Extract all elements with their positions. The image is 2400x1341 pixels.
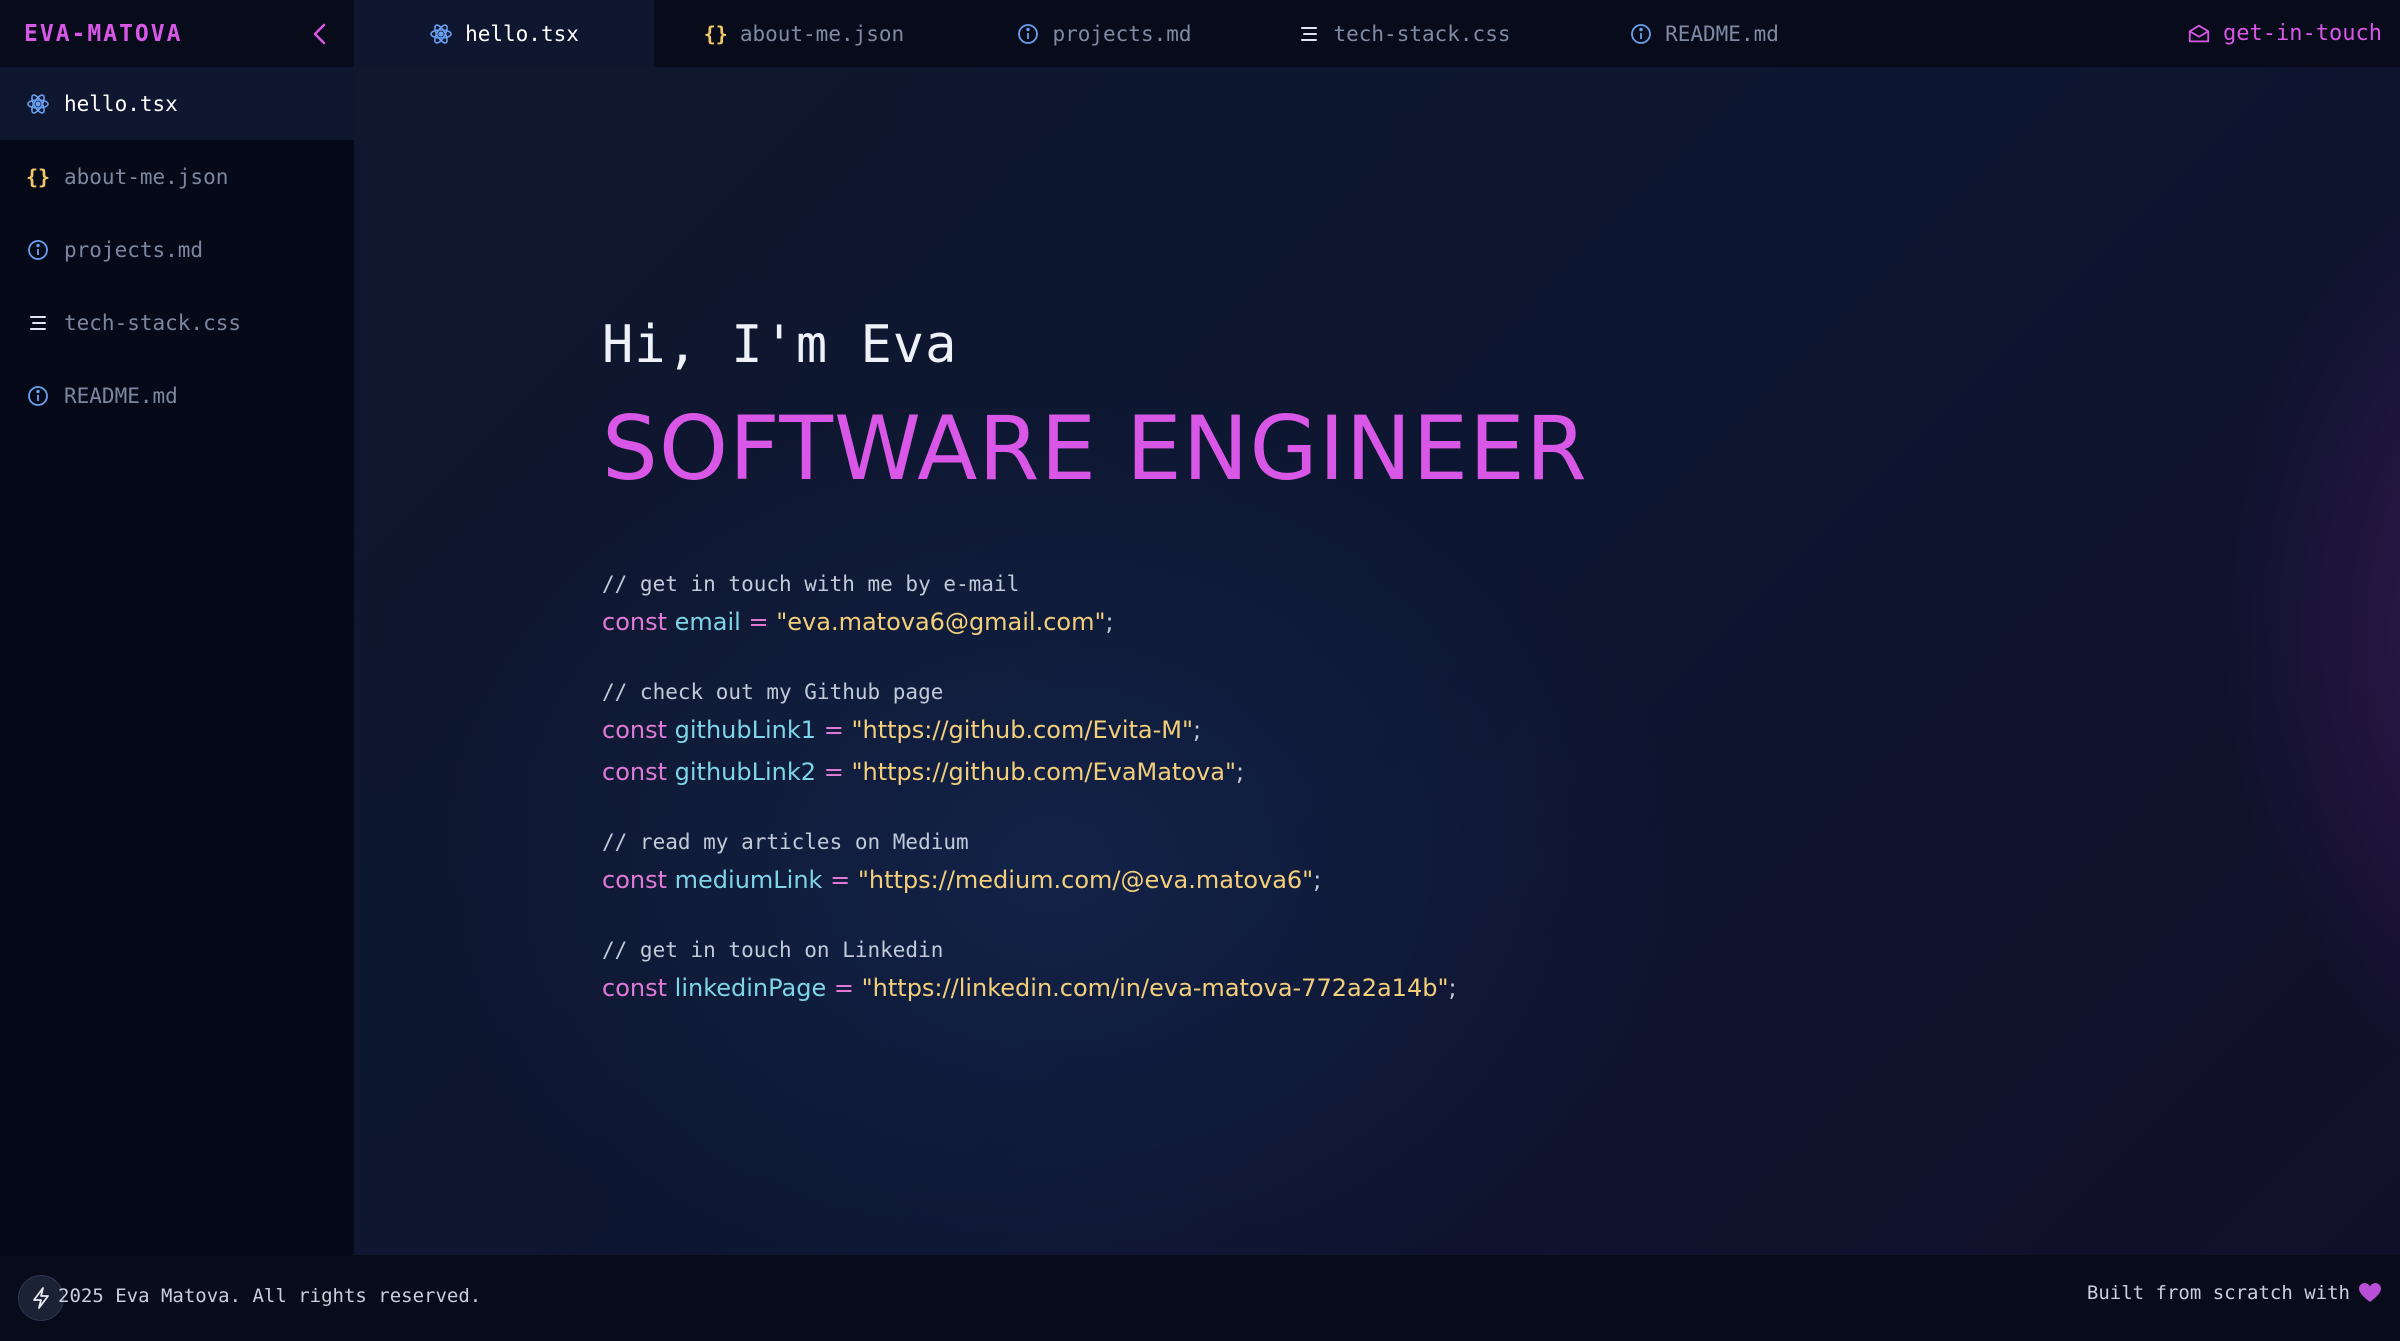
semicolon: ; <box>1105 608 1114 636</box>
sidebar-item-tech-stack-css[interactable]: tech-stack.css <box>0 286 354 359</box>
operator: = <box>823 716 844 744</box>
keyword: const <box>602 716 668 744</box>
semicolon: ; <box>1235 758 1245 786</box>
info-icon <box>1016 22 1040 46</box>
code-line-linkedin: const linkedinPage = "https://linkedin.c… <box>602 974 1457 1002</box>
keyword: const <box>602 866 668 894</box>
tab-hello-tsx[interactable]: hello.tsx <box>354 0 654 67</box>
code-comment-linkedin: // get in touch on Linkedin <box>602 938 944 962</box>
code-comment-github: // check out my Github page <box>602 680 944 704</box>
built-with: Built from scratch with <box>2087 1282 2382 1304</box>
variable-name: email <box>674 608 741 636</box>
top-bar: EVA-MATOVA hello.tsx {} about-me.json pr… <box>0 0 2400 67</box>
operator: = <box>833 974 854 1002</box>
tab-label: about-me.json <box>739 21 905 46</box>
email-link[interactable]: "eva.matova6@gmail.com" <box>776 608 1105 636</box>
variable-name: linkedinPage <box>674 974 827 1002</box>
tab-projects-md[interactable]: projects.md <box>954 0 1254 67</box>
chevron-left-icon <box>313 23 326 44</box>
get-in-touch-button[interactable]: get-in-touch <box>2187 0 2382 67</box>
medium-link[interactable]: "https://medium.com/@eva.matova6" <box>858 866 1313 894</box>
sidebar-item-projects-md[interactable]: projects.md <box>0 213 354 286</box>
sidebar-item-label: projects.md <box>64 237 204 262</box>
heart-icon <box>2359 1283 2381 1302</box>
mail-icon <box>2187 22 2211 46</box>
get-in-touch-label: get-in-touch <box>2223 21 2382 46</box>
lines-icon <box>26 311 50 335</box>
info-icon <box>1629 22 1653 46</box>
tab-tech-stack-css[interactable]: tech-stack.css <box>1254 0 1554 67</box>
tab-label: README.md <box>1665 21 1779 46</box>
sidebar-item-readme-md[interactable]: README.md <box>0 359 354 432</box>
sidebar-item-label: README.md <box>64 383 178 408</box>
copyright-text: 2025 Eva Matova. All rights reserved. <box>58 1285 482 1307</box>
tab-about-me-json[interactable]: {} about-me.json <box>654 0 954 67</box>
greeting: Hi, I'm Eva <box>602 315 958 375</box>
sidebar-item-label: hello.tsx <box>64 91 178 116</box>
sidebar-item-about-me-json[interactable]: {} about-me.json <box>0 140 354 213</box>
variable-name: mediumLink <box>674 866 823 894</box>
linkedin-link[interactable]: "https://linkedin.com/in/eva-matova-772a… <box>862 974 1449 1002</box>
semicolon: ; <box>1193 716 1202 744</box>
footer: 2025 Eva Matova. All rights reserved. Bu… <box>0 1255 2400 1341</box>
semicolon: ; <box>1313 866 1322 894</box>
built-with-text: Built from scratch with <box>2086 1282 2350 1304</box>
sidebar-item-label: tech-stack.css <box>64 310 242 335</box>
lightning-icon <box>33 1287 49 1309</box>
variable-name: githubLink1 <box>674 716 817 744</box>
code-line-github2: const githubLink2 = "https://github.com/… <box>602 758 1244 786</box>
code-line-medium: const mediumLink = "https://medium.com/@… <box>602 866 1321 894</box>
variable-name: githubLink2 <box>674 758 817 786</box>
react-icon <box>26 92 50 116</box>
operator: = <box>830 866 851 894</box>
github-link-1[interactable]: "https://github.com/Evita-M" <box>851 716 1193 744</box>
react-icon <box>429 22 453 46</box>
braces-icon: {} <box>25 164 51 189</box>
github-link-2[interactable]: "https://github.com/EvaMatova" <box>851 758 1236 786</box>
operator: = <box>823 758 844 786</box>
operator: = <box>748 608 769 636</box>
lines-icon <box>1297 22 1321 46</box>
sidebar-item-hello-tsx[interactable]: hello.tsx <box>0 67 354 140</box>
brand-area: EVA-MATOVA <box>0 0 354 67</box>
keyword: const <box>602 758 668 786</box>
info-icon <box>26 384 50 408</box>
info-icon <box>26 238 50 262</box>
code-line-github1: const githubLink1 = "https://github.com/… <box>602 716 1201 744</box>
code-comment-medium: // read my articles on Medium <box>602 830 969 854</box>
code-comment-email: // get in touch with me by e-mail <box>602 572 1020 596</box>
tab-readme-md[interactable]: README.md <box>1554 0 1854 67</box>
file-tabs: hello.tsx {} about-me.json projects.md t… <box>354 0 1854 67</box>
tab-label: tech-stack.css <box>1333 21 1511 46</box>
sidebar-item-label: about-me.json <box>64 164 229 189</box>
brand-name: EVA-MATOVA <box>24 20 183 47</box>
tab-label: hello.tsx <box>465 21 579 46</box>
collapse-sidebar-button[interactable] <box>310 22 330 46</box>
main-content: Hi, I'm Eva SOFTWARE ENGINEER // get in … <box>354 67 2400 1255</box>
tab-label: projects.md <box>1052 21 1192 46</box>
keyword: const <box>602 974 668 1002</box>
file-explorer-sidebar: hello.tsx {} about-me.json projects.md t… <box>0 67 354 1255</box>
job-title: SOFTWARE ENGINEER <box>602 397 1588 500</box>
braces-icon: {} <box>703 21 728 46</box>
semicolon: ; <box>1448 974 1457 1002</box>
code-line-email: const email = "eva.matova6@gmail.com"; <box>602 608 1114 636</box>
keyword: const <box>602 608 668 636</box>
